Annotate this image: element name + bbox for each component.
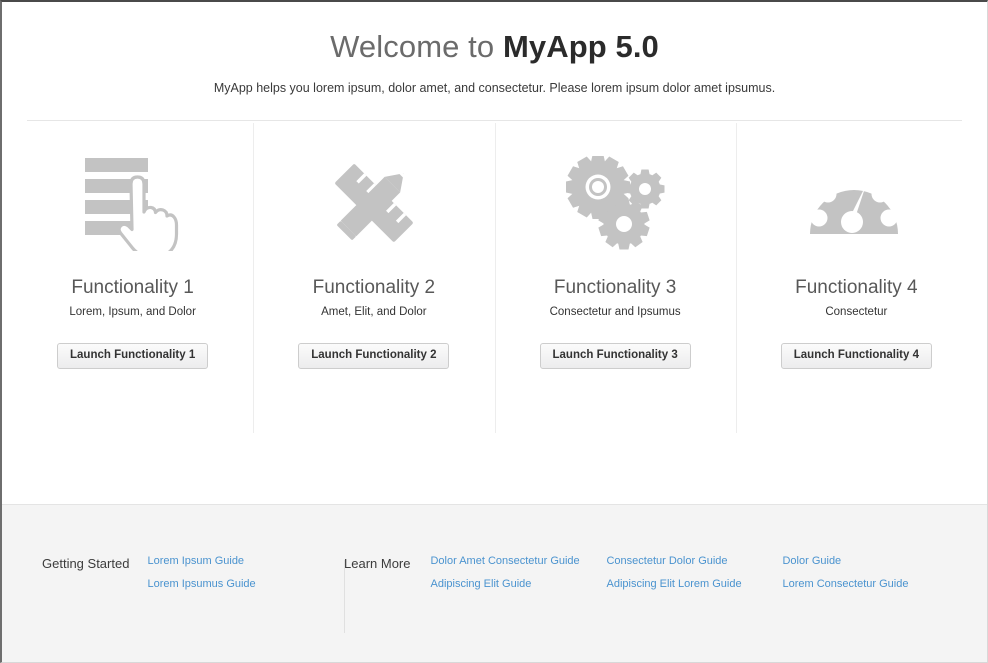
page-title: Welcome to MyApp 5.0 — [2, 28, 987, 67]
card-subtitle: Amet, Elit, and Dolor — [321, 305, 427, 318]
card-title: Functionality 3 — [553, 276, 677, 298]
footer-link[interactable]: Dolor Amet Consectetur Guide — [430, 555, 606, 567]
learn-more-heading: Learn More — [344, 556, 411, 571]
footer-link[interactable]: Consectetur Dolor Guide — [606, 555, 782, 567]
learn-more-link-list-2: Consectetur Dolor Guide Adipiscing Elit … — [606, 555, 782, 662]
functionality-card-1: Functionality 1 Lorem, Ipsum, and Dolor … — [12, 121, 253, 441]
app-name-version: MyApp 5.0 — [502, 29, 659, 64]
learn-more-link-columns: Dolor Amet Consectetur Guide Adipiscing … — [410, 555, 958, 662]
card-title: Functionality 2 — [312, 276, 436, 298]
card-title: Functionality 4 — [795, 276, 918, 298]
launch-functionality-3-button[interactable]: Launch Functionality 3 — [539, 342, 691, 370]
footer-section-learn-more: Learn More Dolor Amet Consectetur Guide … — [344, 555, 958, 662]
footer-divider — [344, 560, 345, 633]
footer-link[interactable]: Dolor Guide — [782, 555, 958, 567]
card-subtitle: Consectetur — [825, 305, 888, 318]
page-title-prefix: Welcome to — [330, 29, 503, 64]
gauge-icon — [736, 149, 977, 259]
card-title: Functionality 1 — [71, 276, 194, 298]
functionality-card-2: Functionality 2 Amet, Elit, and Dolor La… — [253, 121, 494, 441]
functionality-card-list: Functionality 1 Lorem, Ipsum, and Dolor … — [2, 121, 987, 441]
gears-icon — [495, 149, 736, 259]
page-header: Welcome to MyApp 5.0 MyApp helps you lor… — [2, 2, 987, 95]
card-subtitle: Consectetur and Ipsumus — [549, 305, 681, 318]
functionality-card-4: Functionality 4 Consectetur Launch Funct… — [735, 121, 977, 441]
launch-functionality-2-button[interactable]: Launch Functionality 2 — [298, 342, 450, 370]
launch-functionality-4-button[interactable]: Launch Functionality 4 — [780, 342, 932, 370]
launch-functionality-1-button[interactable]: Launch Functionality 1 — [57, 342, 209, 370]
learn-more-link-list-3: Dolor Guide Lorem Consectetur Guide — [782, 555, 958, 662]
getting-started-heading: Getting Started — [42, 556, 130, 571]
learn-more-link-list-1: Dolor Amet Consectetur Guide Adipiscing … — [430, 555, 606, 662]
getting-started-link-list: Lorem Ipsum Guide Lorem Ipsumus Guide — [147, 555, 255, 662]
list-pointer-icon — [12, 149, 253, 259]
page-subtitle: MyApp helps you lorem ipsum, dolor amet,… — [213, 80, 776, 95]
page-footer: Getting Started Lorem Ipsum Guide Lorem … — [2, 504, 987, 662]
footer-link[interactable]: Adipiscing Elit Guide — [430, 578, 606, 590]
pencil-ruler-icon — [253, 149, 494, 259]
welcome-page: Welcome to MyApp 5.0 MyApp helps you lor… — [0, 0, 988, 663]
footer-section-getting-started: Getting Started Lorem Ipsum Guide Lorem … — [42, 555, 344, 662]
card-subtitle: Lorem, Ipsum, and Dolor — [69, 305, 196, 318]
footer-link[interactable]: Lorem Ipsumus Guide — [147, 578, 255, 590]
footer-link[interactable]: Adipiscing Elit Lorem Guide — [606, 578, 782, 590]
footer-link[interactable]: Lorem Ipsum Guide — [147, 555, 255, 567]
functionality-card-3: Functionality 3 Consectetur and Ipsumus … — [494, 121, 736, 441]
footer-link[interactable]: Lorem Consectetur Guide — [782, 578, 958, 590]
